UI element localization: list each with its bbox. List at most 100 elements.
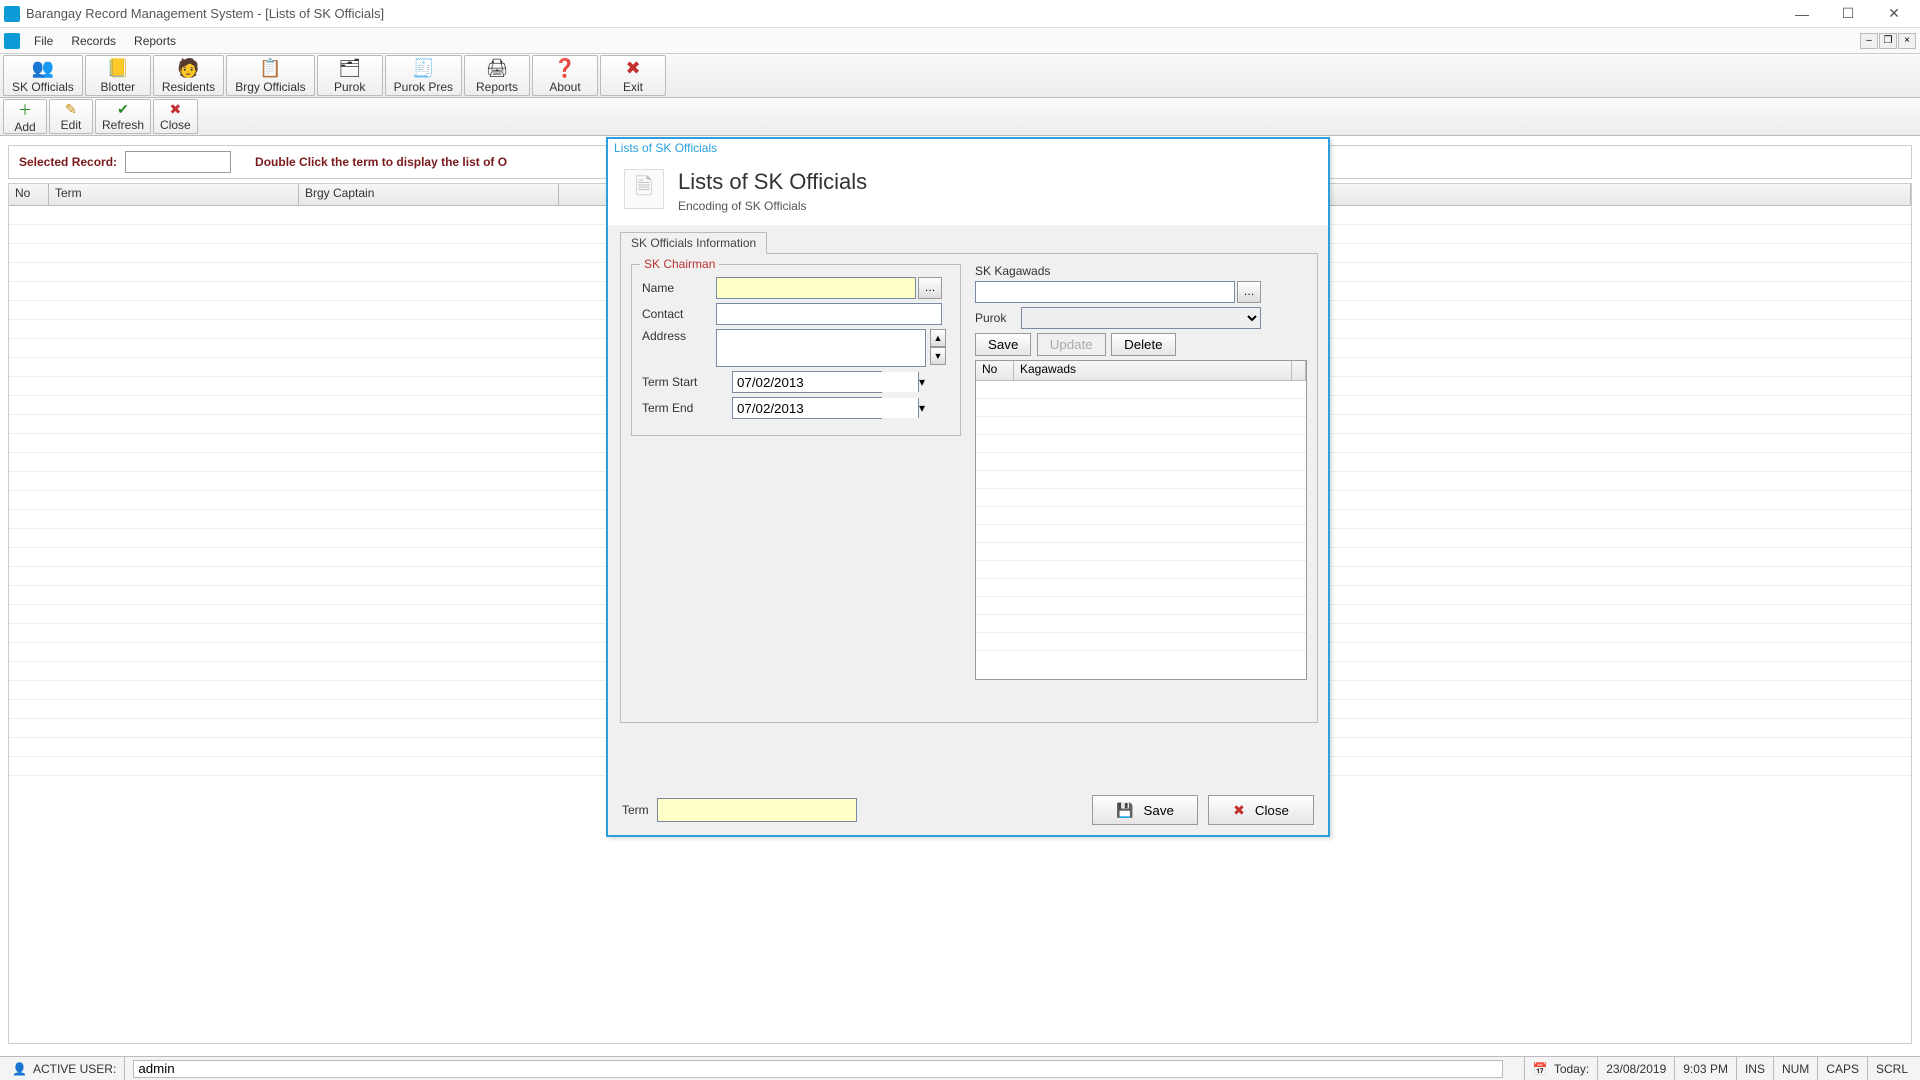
status-caps: CAPS [1817, 1057, 1867, 1080]
menu-file[interactable]: File [26, 32, 61, 50]
name-browse-button[interactable]: … [918, 277, 942, 299]
name-label: Name [642, 281, 716, 295]
sk-kagawads-heading: SK Kagawads [975, 264, 1307, 278]
address-input[interactable] [716, 329, 926, 367]
contact-input[interactable] [716, 303, 942, 325]
kagawad-row[interactable] [976, 543, 1306, 561]
x-icon: ✖ [170, 101, 182, 118]
add-button[interactable]: ＋Add [3, 99, 47, 134]
dialog-header: 🗎 Lists of SK Officials Encoding of SK O… [608, 161, 1328, 225]
kagawad-row[interactable] [976, 507, 1306, 525]
status-ins: INS [1736, 1057, 1773, 1080]
app-icon [4, 6, 20, 22]
statusbar: 👤 ACTIVE USER: 📅 Today: 23/08/2019 9:03 … [0, 1056, 1920, 1080]
purok-select[interactable] [1021, 307, 1261, 329]
mdi-minimize-button[interactable]: – [1860, 33, 1878, 49]
pencil-icon: ✎ [65, 101, 77, 118]
tab-sk-officials-info[interactable]: SK Officials Information [620, 232, 767, 254]
dialog-save-button[interactable]: 💾Save [1092, 795, 1198, 825]
kagawad-row[interactable] [976, 579, 1306, 597]
dialog-heading: Lists of SK Officials [678, 169, 867, 195]
status-scrl: SCRL [1867, 1057, 1916, 1080]
kagawad-row[interactable] [976, 597, 1306, 615]
toolbar-purok-pres[interactable]: 🧾Purok Pres [385, 55, 462, 96]
close-button[interactable]: ✖Close [153, 99, 198, 134]
mdi-restore-button[interactable]: ❐ [1879, 33, 1897, 49]
kagawad-delete-button[interactable]: Delete [1111, 333, 1176, 356]
menu-records[interactable]: Records [63, 32, 124, 50]
kagawad-row[interactable] [976, 633, 1306, 651]
chevron-down-icon[interactable]: ▾ [918, 398, 925, 418]
kcol-no[interactable]: No [976, 361, 1014, 380]
toolbar-reports[interactable]: 🖨Reports [464, 55, 530, 96]
address-down-button[interactable]: ▼ [930, 347, 946, 365]
kagawad-save-button[interactable]: Save [975, 333, 1031, 356]
maximize-button[interactable]: ☐ [1826, 3, 1870, 25]
toolbar-exit[interactable]: ✖Exit [600, 55, 666, 96]
dialog-tabstrip: SK Officials Information [620, 231, 1318, 253]
col-no[interactable]: No [9, 184, 49, 205]
kagawad-row[interactable] [976, 471, 1306, 489]
document-icon: 🗎 [624, 169, 664, 209]
kagawad-row[interactable] [976, 417, 1306, 435]
status-date: 23/08/2019 [1597, 1057, 1674, 1080]
term-start-picker[interactable]: ▾ [732, 371, 882, 393]
dialog-subheading: Encoding of SK Officials [678, 199, 867, 213]
col-captain[interactable]: Brgy Captain [299, 184, 559, 205]
toolbar-about[interactable]: ❓About [532, 55, 598, 96]
term-end-label: Term End [642, 401, 732, 415]
sk-chairman-group: SK Chairman Name … Contact Address [631, 264, 961, 436]
kagawad-row[interactable] [976, 615, 1306, 633]
kagawad-row[interactable] [976, 561, 1306, 579]
dialog-titlebar[interactable]: Lists of SK Officials [608, 139, 1328, 161]
active-user-label: ACTIVE USER: [33, 1062, 116, 1076]
kagawad-row[interactable] [976, 453, 1306, 471]
selected-record-field[interactable] [125, 151, 231, 173]
address-up-button[interactable]: ▲ [930, 329, 946, 347]
dialog-close-button[interactable]: ✖Close [1208, 795, 1314, 825]
kcol-blank [1292, 361, 1306, 380]
footer-term-input[interactable] [657, 798, 857, 822]
kcol-kagawads[interactable]: Kagawads [1014, 361, 1292, 380]
menu-reports[interactable]: Reports [126, 32, 184, 50]
mdi-close-button[interactable]: × [1898, 33, 1916, 49]
minimize-button[interactable]: — [1780, 3, 1824, 25]
folder-icon: 🗂 [338, 58, 361, 79]
disk-icon: 💾 [1116, 802, 1133, 819]
chevron-down-icon[interactable]: ▾ [918, 372, 925, 392]
toolbar-brgy-officials[interactable]: 📋Brgy Officials [226, 55, 314, 96]
status-num: NUM [1773, 1057, 1817, 1080]
term-start-value[interactable] [733, 372, 918, 392]
kagawad-browse-button[interactable]: … [1237, 281, 1261, 303]
close-window-button[interactable]: ✕ [1872, 3, 1916, 25]
col-term[interactable]: Term [49, 184, 299, 205]
contact-label: Contact [642, 307, 716, 321]
dialog-footer: Term 💾Save ✖Close [608, 795, 1328, 825]
calendar-icon: 📅 [1533, 1062, 1548, 1076]
kagawad-update-button: Update [1037, 333, 1106, 356]
edit-button[interactable]: ✎Edit [49, 99, 93, 134]
sk-chairman-legend: SK Chairman [640, 257, 719, 271]
active-user-field[interactable] [133, 1060, 1503, 1078]
kagawad-row[interactable] [976, 489, 1306, 507]
toolbar-residents[interactable]: 🧑Residents [153, 55, 224, 96]
check-icon: ✔ [117, 101, 129, 118]
book-icon: 📒 [107, 58, 129, 79]
kagawad-row[interactable] [976, 381, 1306, 399]
name-input[interactable] [716, 277, 916, 299]
toolbar-purok[interactable]: 🗂Purok [317, 55, 383, 96]
exit-icon: ✖ [625, 58, 640, 79]
kagawad-name-input[interactable] [975, 281, 1235, 303]
toolbar-sk-officials[interactable]: 👥SK Officials [3, 55, 83, 96]
footer-term-label: Term [622, 803, 649, 817]
workarea: Selected Record: Double Click the term t… [0, 136, 1920, 1056]
kagawad-row[interactable] [976, 399, 1306, 417]
kagawad-row[interactable] [976, 435, 1306, 453]
toolbar-blotter[interactable]: 📒Blotter [85, 55, 151, 96]
term-end-picker[interactable]: ▾ [732, 397, 882, 419]
term-end-value[interactable] [733, 398, 918, 418]
status-time: 9:03 PM [1674, 1057, 1736, 1080]
refresh-button[interactable]: ✔Refresh [95, 99, 151, 134]
kagawads-grid[interactable]: No Kagawads [975, 360, 1307, 680]
kagawad-row[interactable] [976, 525, 1306, 543]
